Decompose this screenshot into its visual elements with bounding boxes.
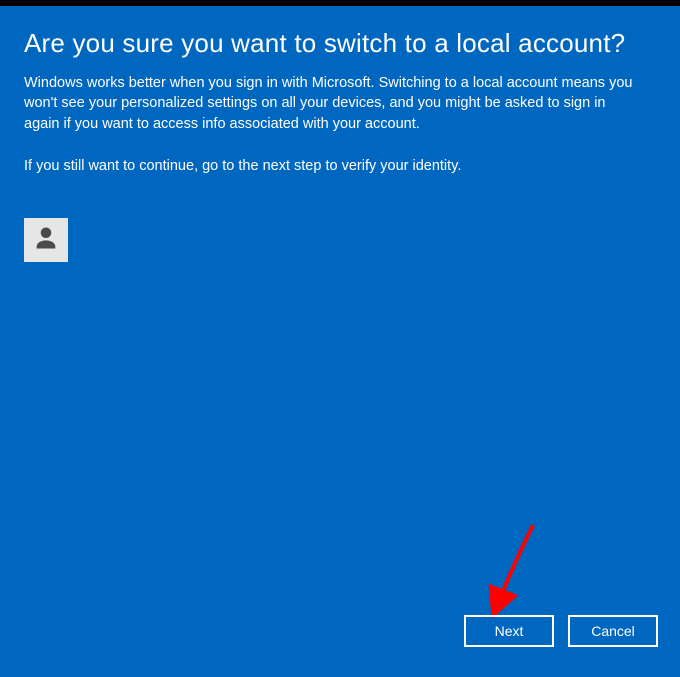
user-block xyxy=(24,218,656,262)
dialog-title: Are you sure you want to switch to a loc… xyxy=(24,28,656,59)
user-avatar xyxy=(24,218,68,262)
window-top-border xyxy=(0,0,680,6)
dialog-description: Windows works better when you sign in wi… xyxy=(24,73,644,134)
next-button[interactable]: Next xyxy=(464,615,554,647)
annotation-arrow xyxy=(478,520,558,630)
cancel-button[interactable]: Cancel xyxy=(568,615,658,647)
dialog-content: Are you sure you want to switch to a loc… xyxy=(0,0,680,262)
dialog-instruction: If you still want to continue, go to the… xyxy=(24,156,656,176)
user-icon xyxy=(32,224,60,257)
button-row: Next Cancel xyxy=(464,615,658,647)
